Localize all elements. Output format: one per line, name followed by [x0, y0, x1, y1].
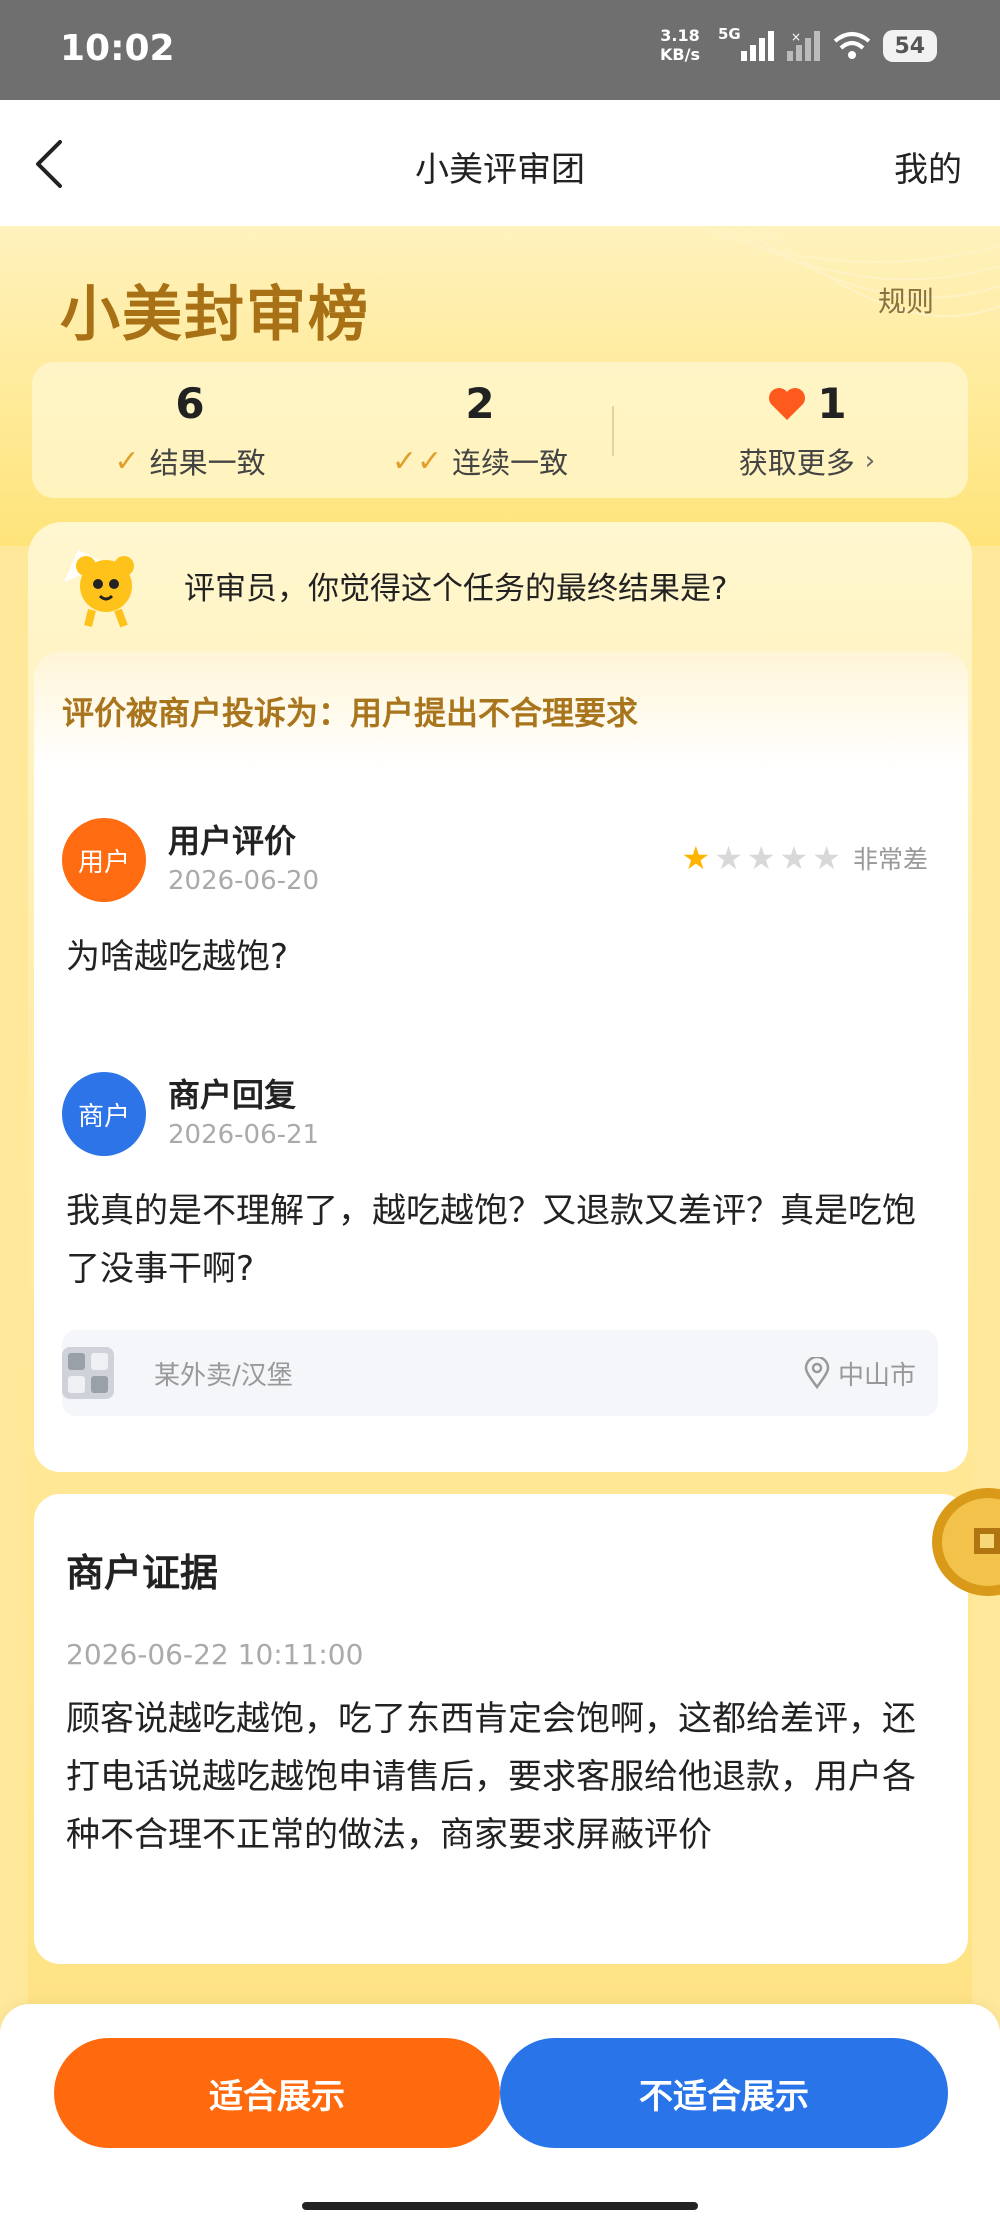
battery-icon: 54 [882, 30, 937, 62]
reply-body: 我真的是不理解了，越吃越饱？又退款又差评？真是吃饱了没事干啊? [66, 1191, 916, 1289]
status-icons: 5G × 54 [718, 25, 937, 62]
coin-icon[interactable] [930, 1484, 1000, 1600]
unsuitable-button[interactable]: 不适合展示 [500, 2038, 948, 2148]
avatar-merchant: 商户 [62, 1072, 146, 1156]
shop-info[interactable]: 某外卖/汉堡 中山市 [62, 1330, 938, 1416]
signal-icon-2: × [786, 31, 820, 61]
status-bar: 10:02 3.18 KB/s 5G × 54 [0, 0, 1000, 100]
nav-bar: 小美评审团 我的 [0, 100, 1000, 226]
mascot-icon [64, 550, 134, 628]
complaint-banner: 评价被商户投诉为：用户提出不合理要求 [34, 652, 968, 768]
rating-text: 非常差 [852, 845, 928, 874]
location-icon [804, 1357, 830, 1389]
stat-more[interactable]: 1 获取更多 › [692, 376, 922, 482]
evidence-time: 2026-06-22 10:11:00 [66, 1638, 364, 1671]
stats-panel: 6 ✓ 结果一致 2 ✓✓ 连续一致 1 获取更多 › [32, 362, 968, 498]
logo-text: 小美封审榜 [60, 280, 370, 350]
question-text: 评审员，你觉得这个任务的最终结果是? [184, 570, 728, 607]
stat-consistent: 6 ✓ 结果一致 [80, 376, 300, 482]
review-card: 评价被商户投诉为：用户提出不合理要求 用户 用户评价 2026-06-20 ★ … [34, 652, 968, 1472]
page-title: 小美评审团 [415, 150, 585, 190]
stat-value: 1 [817, 379, 847, 428]
heart-icon [769, 388, 806, 420]
stat-label: 结果一致 [149, 446, 266, 480]
star-icon: ★ [681, 839, 711, 877]
star-icon: ★ [746, 839, 776, 877]
wifi-icon [833, 32, 871, 59]
shop-city: 中山市 [837, 1360, 916, 1391]
star-icon: ★ [812, 839, 841, 877]
evidence-body: 顾客说越吃越饱，吃了东西肯定会饱啊，这都给差评，还打电话说越吃越饱申请售后，要求… [66, 1699, 916, 1855]
rules-link[interactable]: 规则 [878, 280, 934, 320]
star-icon: ★ [779, 839, 809, 877]
status-time: 10:02 [60, 28, 175, 69]
net-speed: 3.18 KB/s [660, 26, 700, 64]
suitable-button[interactable]: 适合展示 [54, 2038, 500, 2148]
net-speed-unit: KB/s [660, 45, 700, 64]
shop-name: 某外卖/汉堡 [154, 1360, 293, 1391]
check-icon: ✓ [114, 443, 140, 479]
mine-link[interactable]: 我的 [894, 142, 962, 191]
svg-text:×: × [791, 31, 801, 44]
stat-value: 6 [175, 379, 205, 428]
double-check-icon: ✓✓ [391, 443, 443, 479]
reply-title: 商户回复 [168, 1076, 297, 1114]
bottom-action-bar: 适合展示 不适合展示 [0, 2004, 1000, 2222]
net-speed-value: 3.18 [660, 26, 700, 45]
review-date: 2026-06-20 [168, 866, 320, 896]
evidence-card: 商户证据 2026-06-22 10:11:00 顾客说越吃越饱，吃了东西肯定会… [34, 1494, 968, 1964]
reply-date: 2026-06-21 [168, 1120, 320, 1150]
stat-value: 2 [465, 379, 495, 428]
shop-icon [62, 1347, 114, 1399]
avatar-user: 用户 [62, 818, 146, 902]
evidence-title: 商户证据 [66, 1551, 219, 1595]
home-indicator[interactable] [302, 2202, 698, 2210]
review-title: 用户评价 [168, 822, 297, 860]
chevron-right-icon: › [864, 446, 876, 476]
star-icon: ★ [714, 839, 743, 877]
stat-streak: 2 ✓✓ 连续一致 [370, 376, 590, 482]
review-body: 为啥越吃越饱? [66, 937, 289, 977]
star-rating: ★ ★ ★ ★ ★ 非常差 [682, 840, 928, 876]
stat-label: 连续一致 [452, 446, 569, 480]
network-type: 5G [718, 25, 741, 43]
divider [612, 406, 614, 456]
stat-label: 获取更多 [738, 446, 855, 480]
signal-icon [740, 31, 774, 61]
